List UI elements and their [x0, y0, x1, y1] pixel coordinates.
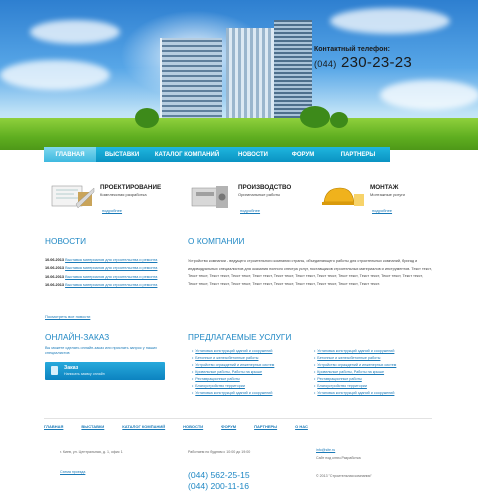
nav-item-news[interactable]: НОВОСТИ [226, 147, 280, 162]
news-item: 10.06.2013 Выставка материалов для строи… [45, 266, 165, 271]
footer-map-link[interactable]: Схема проезда [60, 470, 85, 474]
all-news-link[interactable]: Посмотреть все новости [45, 314, 90, 319]
phone-number[interactable]: (044) 230-23-23 [314, 54, 412, 71]
footer-developer: Сайт под ключ.Разработка [316, 456, 361, 460]
building-image [160, 38, 222, 122]
footer-nav-exhibitions[interactable]: ВЫСТАВКИ [81, 424, 104, 429]
feature-more-link[interactable]: подробнее [372, 208, 392, 213]
cloud [0, 60, 110, 90]
grass-field [0, 118, 478, 150]
news-link[interactable]: Выставка материалов для строительства и … [65, 266, 157, 270]
feature-installation: МОНТАЖ Монтажные услуги подробнее [318, 182, 448, 222]
nav-item-forum[interactable]: ФОРУМ [280, 147, 326, 162]
tree [300, 106, 330, 128]
phone-label: Контактный телефон: [314, 46, 390, 53]
service-link[interactable]: Кровельные работы, Работы на крыше [314, 369, 432, 376]
document-icon [51, 366, 58, 375]
news-date: 10.06.2013 [45, 266, 65, 271]
news-heading: НОВОСТИ [45, 237, 87, 246]
footer-nav: ГЛАВНАЯ ВЫСТАВКИ КАТАЛОГ КОМПАНИЙ НОВОСТ… [44, 424, 344, 429]
phone-digits: 230-23-23 [340, 54, 413, 71]
feature-production: ПРОИЗВОДСТВО Оригинальные работы подробн… [186, 182, 316, 222]
order-button-sub: Написать заявку онлайн [64, 372, 105, 376]
footer-email[interactable]: info@site.ru [316, 448, 335, 452]
service-link[interactable]: Бетонные и железобетонные работы [314, 355, 432, 362]
service-link[interactable]: Устройство ограждений и инженерных систе… [192, 362, 310, 369]
service-link[interactable]: Реставрационные работы [314, 376, 432, 383]
cloud [380, 80, 478, 110]
services-column-1: Установка конструкций зданий и сооружени… [192, 348, 310, 397]
news-link[interactable]: Выставка материалов для строительства и … [65, 283, 157, 287]
footer-address: г. Киев, ул. Центральная, д. 1, офис 1 [60, 450, 123, 454]
footer-divider [44, 418, 432, 419]
service-link[interactable]: Установка конструкций зданий и сооружени… [192, 348, 310, 355]
service-link[interactable]: Благоустройство территории [314, 383, 432, 390]
footer-nav-catalog[interactable]: КАТАЛОГ КОМПАНИЙ [122, 424, 165, 429]
service-link[interactable]: Кровельные работы, Работы на крыше [192, 369, 310, 376]
service-link[interactable]: Реставрационные работы [192, 376, 310, 383]
footer-nav-home[interactable]: ГЛАВНАЯ [44, 424, 63, 429]
footer-nav-partners[interactable]: ПАРТНЕРЫ [254, 424, 277, 429]
feature-title: ПРОЕКТИРОВАНИЕ [100, 184, 162, 191]
cloud [30, 20, 120, 44]
news-date: 10.06.2013 [45, 283, 65, 288]
cloud [330, 8, 450, 34]
blueprint-icon [48, 182, 96, 210]
news-item: 10.06.2013 Выставка материалов для строи… [45, 275, 165, 280]
about-heading: О КОМПАНИИ [188, 237, 245, 246]
news-date: 10.06.2013 [45, 274, 65, 279]
order-heading: ОНЛАЙН-ЗАКАЗ [45, 333, 110, 342]
news-link[interactable]: Выставка материалов для строительства и … [65, 275, 157, 279]
footer-nav-forum[interactable]: ФОРУМ [221, 424, 236, 429]
nav-item-catalog[interactable]: КАТАЛОГ КОМПАНИЙ [148, 147, 226, 162]
main-nav: ГЛАВНАЯ ВЫСТАВКИ КАТАЛОГ КОМПАНИЙ НОВОСТ… [44, 147, 390, 162]
about-text: Устройство компании - ведущего строитель… [188, 259, 432, 286]
services-heading: ПРЕДЛАГАЕМЫЕ УСЛУГИ [188, 333, 292, 342]
feature-desc: Монтажные услуги [370, 192, 405, 197]
services-column-2: Установка конструкций зданий и сооружени… [314, 348, 432, 397]
order-button-title: Заказ [64, 365, 79, 371]
service-link[interactable]: Установка конструкций зданий и сооружени… [192, 390, 310, 397]
tools-icon [186, 182, 234, 210]
service-link[interactable]: Бетонные и железобетонные работы [192, 355, 310, 362]
news-list: 10.06.2013 Выставка материалов для строи… [45, 258, 165, 292]
nav-item-home[interactable]: ГЛАВНАЯ [44, 147, 96, 162]
footer-phone-1[interactable]: (044) 562-25-15 [188, 470, 250, 480]
news-item: 10.06.2013 Выставка материалов для строи… [45, 283, 165, 288]
feature-desc: Оригинальные работы [238, 192, 281, 197]
feature-more-link[interactable]: подробнее [240, 208, 260, 213]
feature-more-link[interactable]: подробнее [102, 208, 122, 213]
news-date: 10.06.2013 [45, 258, 65, 262]
footer-nav-news[interactable]: НОВОСТИ [183, 424, 203, 429]
order-note[interactable]: Вы можете сделать онлайн-заказ или присл… [45, 346, 165, 355]
order-button[interactable]: Заказ Написать заявку онлайн [45, 362, 165, 380]
nav-item-exhibitions[interactable]: ВЫСТАВКИ [96, 147, 148, 162]
feature-title: МОНТАЖ [370, 184, 399, 191]
service-link[interactable]: Благоустройство территории [192, 383, 310, 390]
footer-copyright: © 2013 "Строительная компания" [316, 474, 372, 478]
tree [330, 112, 348, 128]
header-phone: Контактный телефон: (044) 230-23-23 [314, 46, 412, 71]
helmet-icon [318, 182, 366, 210]
service-link[interactable]: Устройство ограждений и инженерных систе… [314, 362, 432, 369]
service-link[interactable]: Установка конструкций зданий и сооружени… [314, 390, 432, 397]
tree [135, 108, 159, 128]
service-link[interactable]: Установка конструкций зданий и сооружени… [314, 348, 432, 355]
feature-desc: Комплексная разработка [100, 192, 147, 197]
footer-hours: Работаем по будням с 10:00 до 19:00 [188, 450, 251, 454]
news-item: 10.06.2013 Выставка материалов для строи… [45, 258, 165, 263]
phone-code: (044) [314, 59, 337, 69]
building-image [226, 28, 276, 124]
nav-item-partners[interactable]: ПАРТНЕРЫ [326, 147, 390, 162]
hero-banner: Контактный телефон: (044) 230-23-23 [0, 0, 478, 150]
footer-phone-2[interactable]: (044) 200-11-16 [188, 481, 249, 491]
feature-title: ПРОИЗВОДСТВО [238, 184, 292, 191]
footer-nav-about[interactable]: О НАС [295, 424, 308, 429]
news-link[interactable]: Выставка материалов для строительства и … [65, 258, 157, 262]
feature-design: ПРОЕКТИРОВАНИЕ Комплексная разработка по… [48, 182, 178, 222]
